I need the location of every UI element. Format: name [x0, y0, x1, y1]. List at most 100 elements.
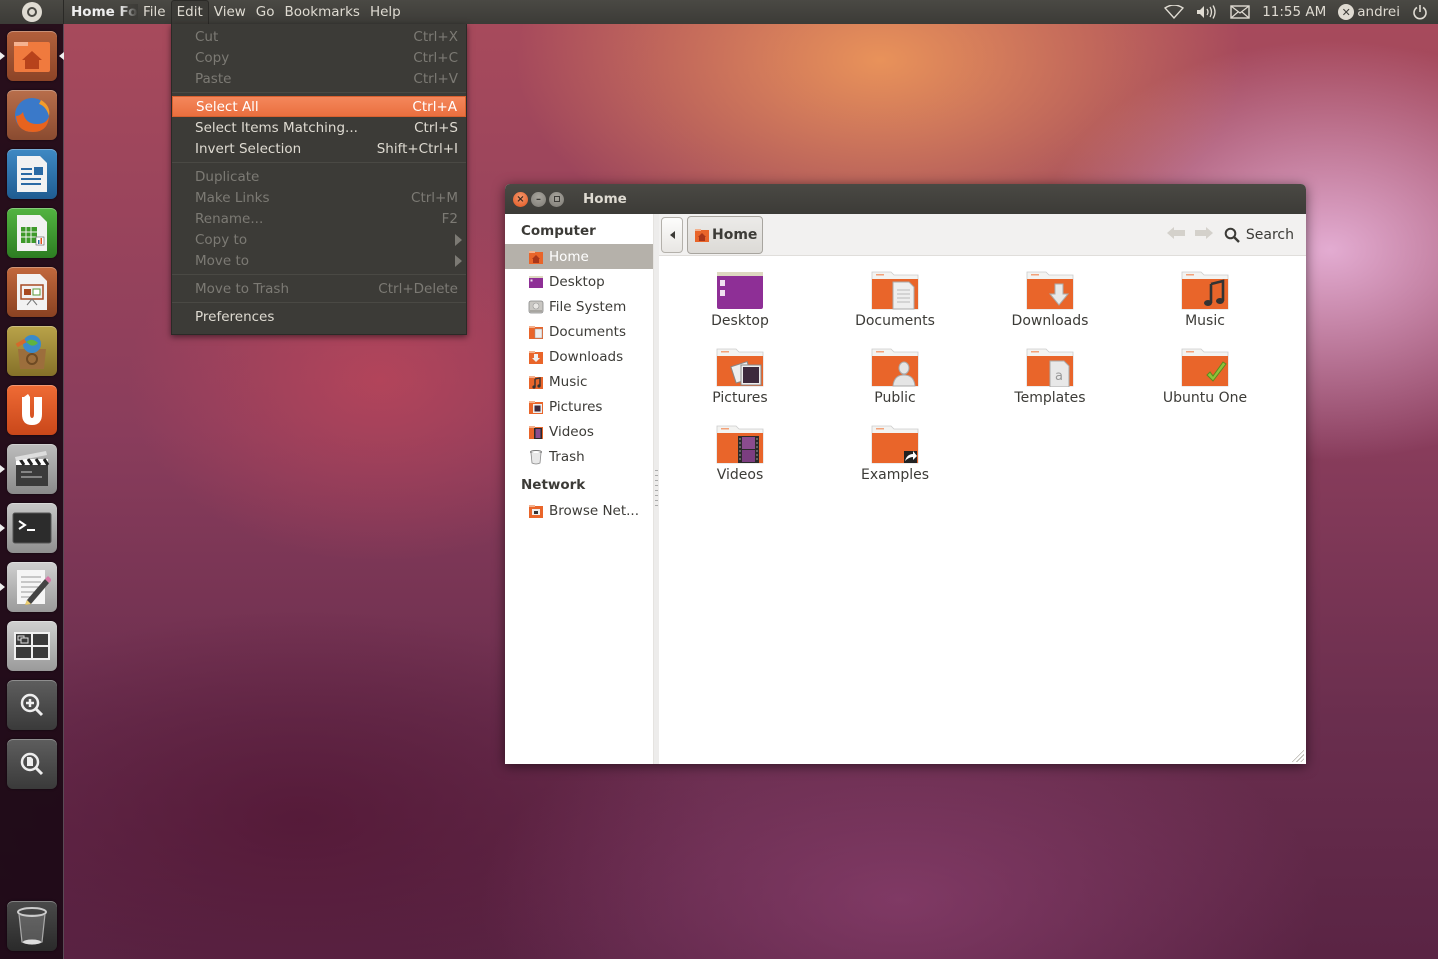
close-button[interactable]: ×	[513, 191, 528, 207]
menu-item-make-links[interactable]: Make Links Ctrl+M	[172, 187, 466, 208]
envelope-icon	[1230, 5, 1250, 19]
menu-edit[interactable]: Edit	[170, 0, 209, 24]
running-indicator	[0, 524, 5, 532]
clock[interactable]: 11:55 AM	[1256, 0, 1332, 24]
menu-item-copy-to[interactable]: Copy to	[172, 229, 466, 250]
navigation-buttons	[1166, 224, 1214, 245]
launcher-impress[interactable]	[6, 266, 58, 318]
launcher-files-lens[interactable]	[6, 738, 58, 790]
maximize-button[interactable]	[549, 191, 564, 207]
software-center-icon	[15, 335, 46, 369]
launcher-workspace-switcher[interactable]	[6, 620, 58, 672]
menu-item-duplicate[interactable]: Duplicate	[172, 166, 466, 187]
file-item-public[interactable]: Public	[830, 347, 960, 406]
window-title: Home	[583, 191, 627, 207]
messaging-indicator[interactable]	[1224, 0, 1256, 24]
ubuntu-one-folder-icon	[1181, 348, 1229, 387]
examples-link-folder-icon	[871, 425, 919, 464]
file-item-ubuntu-one[interactable]: Ubuntu One	[1140, 347, 1270, 406]
launcher-trash[interactable]	[6, 900, 58, 952]
places-sidebar: Computer Home Desktop File System Docume…	[505, 214, 653, 764]
launcher-applications-lens[interactable]	[6, 679, 58, 731]
running-indicator	[0, 583, 5, 591]
minimize-icon: –	[536, 193, 541, 205]
file-icon-view[interactable]: Desktop Documents Downloads Music Pictur…	[659, 256, 1306, 764]
videos-folder-icon	[716, 425, 764, 464]
menu-view[interactable]: View	[209, 0, 251, 24]
menu-item-select-items-matching[interactable]: Select Items Matching... Ctrl+S	[172, 117, 466, 138]
file-item-downloads[interactable]: Downloads	[985, 270, 1115, 329]
menu-go[interactable]: Go	[251, 0, 280, 24]
launcher-firefox[interactable]	[6, 89, 58, 141]
search-icon	[1224, 227, 1240, 243]
forward-button[interactable]	[1194, 224, 1214, 245]
launcher-terminal[interactable]	[0, 502, 58, 554]
search-button[interactable]: Search	[1224, 227, 1294, 243]
file-item-music[interactable]: Music	[1140, 270, 1270, 329]
launcher-text-editor[interactable]	[0, 561, 58, 613]
launcher-calc[interactable]	[6, 207, 58, 259]
menu-item-move-to[interactable]: Move to	[172, 250, 466, 271]
dash-button[interactable]	[0, 0, 64, 24]
menu-item-select-all[interactable]: Select All Ctrl+A	[172, 96, 466, 117]
menu-item-copy[interactable]: Copy Ctrl+C	[172, 47, 466, 68]
menu-separator	[172, 274, 466, 275]
sound-indicator[interactable]	[1190, 0, 1224, 24]
menu-help[interactable]: Help	[365, 0, 406, 24]
file-item-pictures[interactable]: Pictures	[675, 347, 805, 406]
menu-item-preferences[interactable]: Preferences	[172, 306, 466, 327]
window-resize-grip[interactable]	[1290, 748, 1304, 762]
close-icon: ×	[516, 193, 525, 205]
sidebar-item-home[interactable]: Home	[505, 244, 653, 269]
pictures-folder-icon	[529, 400, 543, 414]
launcher-movie-editor[interactable]	[0, 443, 58, 495]
pictures-folder-icon	[716, 348, 764, 387]
file-item-templates[interactable]: a Templates	[985, 347, 1115, 406]
file-item-examples[interactable]: Examples	[830, 424, 960, 483]
sidebar-item-documents[interactable]: Documents	[505, 319, 653, 344]
session-indicator[interactable]	[1406, 0, 1434, 24]
file-item-desktop[interactable]: Desktop	[675, 270, 805, 329]
downloads-folder-icon	[529, 350, 543, 364]
sidebar-item-downloads[interactable]: Downloads	[505, 344, 653, 369]
global-menubar: File Edit View Go Bookmarks Help	[138, 0, 406, 24]
menu-item-rename[interactable]: Rename... F2	[172, 208, 466, 229]
sidebar-item-music[interactable]: Music	[505, 369, 653, 394]
sidebar-item-trash[interactable]: Trash	[505, 444, 653, 469]
top-panel: Home Folder File Edit View Go Bookmarks …	[0, 0, 1438, 24]
back-button[interactable]	[1166, 224, 1186, 245]
minimize-button[interactable]: –	[531, 191, 546, 207]
menu-bookmarks[interactable]: Bookmarks	[280, 0, 365, 24]
sidebar-item-file-system[interactable]: File System	[505, 294, 653, 319]
templates-folder-icon: a	[1026, 348, 1074, 387]
focused-indicator	[59, 52, 64, 60]
launcher-ubuntu-one[interactable]	[6, 384, 58, 436]
menu-separator	[172, 302, 466, 303]
menu-item-cut[interactable]: Cut Ctrl+X	[172, 26, 466, 47]
submenu-arrow-icon	[455, 233, 462, 246]
menu-item-paste[interactable]: Paste Ctrl+V	[172, 68, 466, 89]
path-bar-scroll-left-button[interactable]	[661, 216, 683, 253]
file-item-documents[interactable]: Documents	[830, 270, 960, 329]
window-titlebar[interactable]: × – Home	[505, 184, 1306, 214]
network-indicator[interactable]	[1158, 0, 1190, 24]
file-manager-window: × – Home Computer Home Desktop File Syst…	[505, 184, 1306, 764]
menu-file[interactable]: File	[138, 0, 171, 24]
file-item-videos[interactable]: Videos	[675, 424, 805, 483]
sidebar-item-browse-network[interactable]: Browse Net...	[505, 498, 653, 523]
sidebar-item-desktop[interactable]: Desktop	[505, 269, 653, 294]
ubuntu-one-icon	[22, 394, 42, 425]
trash-icon	[530, 449, 542, 464]
user-name: andrei	[1357, 4, 1400, 20]
sidebar-item-pictures[interactable]: Pictures	[505, 394, 653, 419]
launcher-software-center[interactable]	[6, 325, 58, 377]
launcher-writer[interactable]	[6, 148, 58, 200]
sidebar-item-videos[interactable]: Videos	[505, 419, 653, 444]
user-indicator[interactable]: ✕ andrei	[1332, 0, 1406, 24]
launcher-home-folder[interactable]	[0, 30, 64, 82]
downloads-folder-icon	[1026, 271, 1074, 310]
indicator-area: 11:55 AM ✕ andrei	[1158, 0, 1438, 24]
menu-item-invert-selection[interactable]: Invert Selection Shift+Ctrl+I	[172, 138, 466, 159]
menu-item-move-to-trash[interactable]: Move to Trash Ctrl+Delete	[172, 278, 466, 299]
breadcrumb-home[interactable]: Home	[687, 215, 764, 254]
